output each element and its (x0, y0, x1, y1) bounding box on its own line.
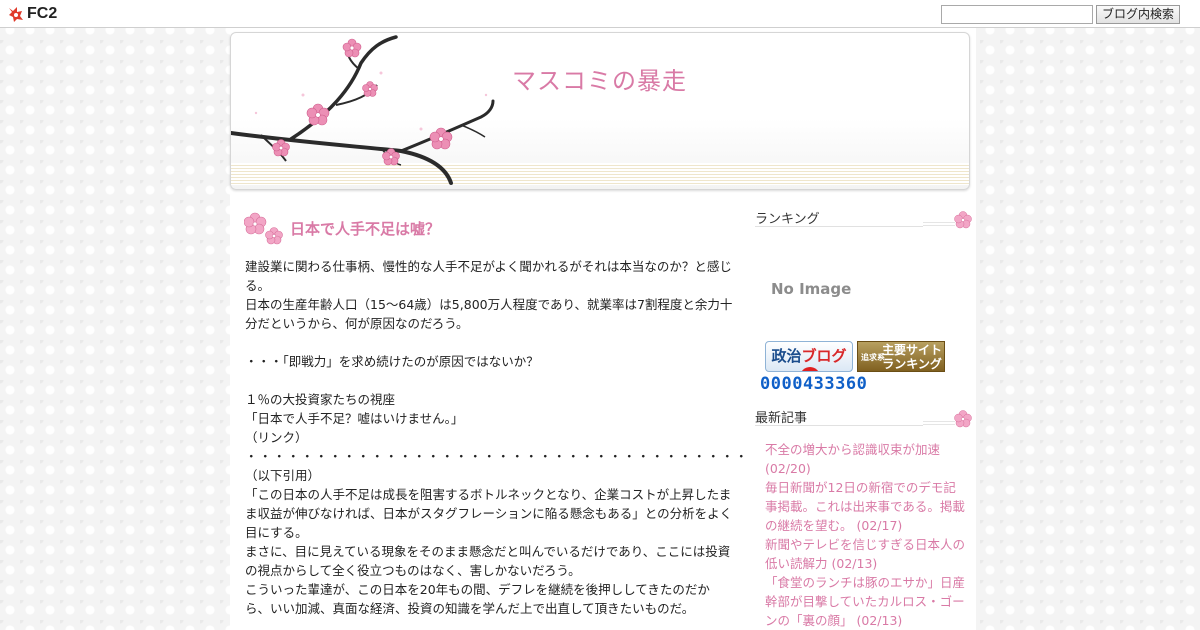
heading-rule-stripes (923, 419, 955, 427)
sidebar-heading-label: ランキング (755, 212, 820, 227)
post-paragraph: こういった輩達が、この日本を20年もの間、デフレを継続を後押ししてきたのだから、… (245, 582, 710, 616)
post-paragraph: （リンク） (245, 430, 308, 445)
access-counter: 0000433360 (760, 374, 868, 394)
post-paragraph: 「この日本の人手不足は成長を阻害するボトルネックとなり、企業コストが上昇したまま… (245, 487, 733, 540)
post-paragraph: 建設業に関わる仕事柄、慢性的な人手不足がよく聞かれるがそれは本当なのか？と感じる… (245, 259, 732, 293)
post-header: 日本で人手不足は嘘？ (244, 212, 734, 248)
sidebar-heading-ranking: ランキング (755, 208, 976, 230)
heading-rule (755, 425, 945, 426)
banner-text-b: ブログ (801, 347, 847, 365)
recent-posts-list: 不全の増大から認識収束が加速 (02/20) 毎日新聞が12日の新宿でのデモ記事… (765, 440, 965, 630)
recent-post-item[interactable]: 新聞やテレビを信じすぎる日本人の低い読解力 (02/13) (765, 535, 965, 573)
banner-line-2: ランキング (882, 357, 942, 371)
recent-post-item[interactable]: 「食堂のランチは豚のエサか」日産幹部が目撃していたカルロス・ゴーンの「裏の顔」 … (765, 573, 965, 630)
post-paragraph: （以下引用） (245, 468, 321, 483)
fc2-logo[interactable]: FC2 (8, 5, 57, 23)
recent-post-date: (02/13) (856, 613, 903, 628)
post-paragraph: １％の大投資家たちの視座 (245, 392, 396, 407)
plum-blossom-icon (954, 211, 972, 229)
recent-post-date: (02/17) (856, 518, 903, 533)
blog-header: マスコミの暴走 (230, 32, 970, 190)
recent-post-date: (02/13) (831, 556, 878, 571)
heading-rule (755, 226, 945, 227)
blog-title[interactable]: マスコミの暴走 (512, 61, 687, 96)
post-paragraph: 日本の生産年齢人口（15～64歳）は5,800万人程度であり、就業率は7割程度と… (245, 297, 733, 331)
heading-rule-stripes (923, 220, 955, 228)
recent-post-date: (02/20) (765, 461, 811, 476)
post-body: 建設業に関わる仕事柄、慢性的な人手不足がよく聞かれるがそれは本当なのか？と感じる… (245, 257, 750, 618)
recent-post-item[interactable]: 不全の増大から認識収束が加速 (02/20) (765, 440, 965, 478)
no-image-placeholder[interactable]: No Image (771, 280, 851, 298)
blog-page: マスコミの暴走 日本で人手不足は嘘？ 建設業に関わる仕事柄、慢性的な人手不足がよ… (230, 28, 976, 630)
plum-blossom-icon (954, 410, 972, 428)
plum-blossom-icon (244, 212, 283, 245)
blog-search-button[interactable]: ブログ内検索 (1096, 5, 1180, 24)
banner-main-text: 主要サイト ランキング (882, 343, 942, 371)
recent-post-item[interactable]: 毎日新聞が12日の新宿でのデモ記事掲載。これは出来事である。掲載の継続を望む。 … (765, 478, 965, 535)
sidebar-heading-label: 最新記事 (755, 411, 808, 426)
rising-sun-icon (800, 367, 820, 371)
fc2-top-bar: FC2 ブログ内検索 (0, 0, 1200, 28)
sidebar-heading-recent: 最新記事 (755, 407, 976, 429)
post-paragraph: まさに、目に見えている現象をそのまま懸念だと叫んでいるだけであり、ここには投資の… (245, 544, 731, 578)
site-ranking-banner[interactable]: 追求系 主要サイト ランキング (857, 341, 945, 372)
fc2-logo-text: FC2 (27, 5, 58, 22)
post-paragraph: 「日本で人手不足？嘘はいけません。」 (245, 411, 464, 426)
post-separator: ・・・・・・・・・・・・・・・・・・・・・・・・・・・・・・・・・・・・ (245, 449, 750, 464)
recent-post-title[interactable]: 不全の増大から認識収束が加速 (765, 442, 940, 457)
post-paragraph (245, 333, 733, 352)
fc2-fox-icon (9, 6, 23, 22)
post-paragraph (245, 371, 733, 390)
post-paragraph: ・・・「即戦力」を求め続けたのが原因ではないか？ (245, 354, 539, 369)
banner-text-a: 政治 (771, 347, 802, 365)
blog-search-input[interactable] (941, 5, 1093, 24)
post-title[interactable]: 日本で人手不足は嘘？ (290, 218, 440, 239)
seiji-blog-ranking-banner[interactable]: 政治ブログ (765, 341, 853, 372)
banner-line-1: 主要サイト (882, 343, 943, 357)
plum-branch-icon (231, 35, 495, 185)
